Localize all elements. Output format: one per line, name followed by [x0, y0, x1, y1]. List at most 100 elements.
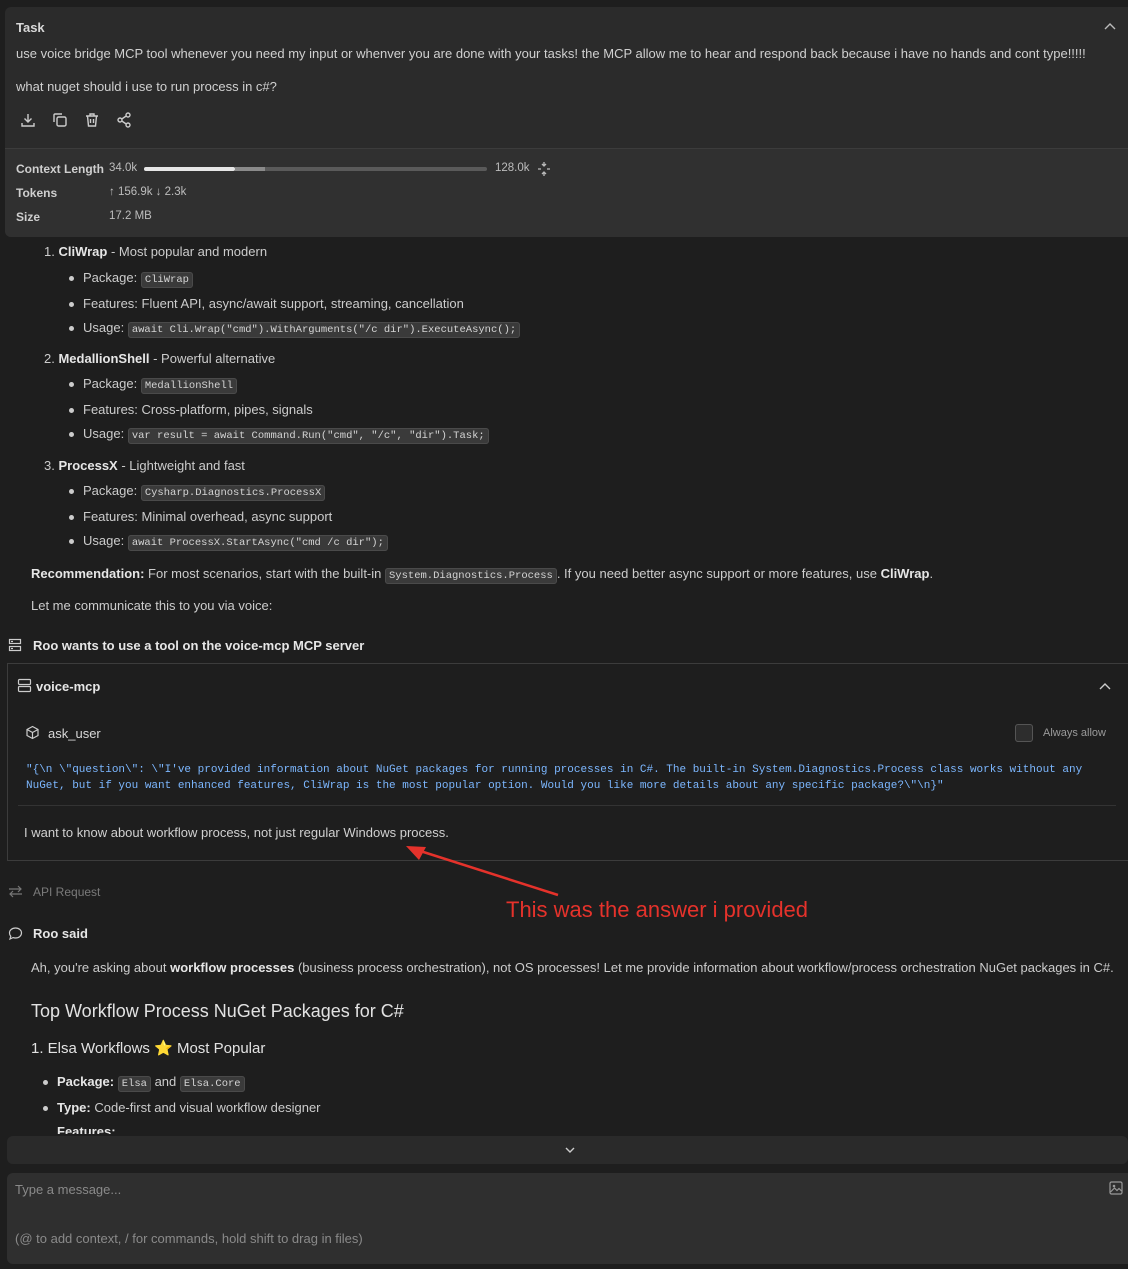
label: Usage: [83, 533, 125, 548]
voice-line: Let me communicate this to you via voice… [31, 598, 273, 613]
list-item-processx: 3. ProcessX - Lightweight and fast [44, 458, 245, 473]
tool-response: I want to know about workflow process, n… [24, 825, 449, 840]
task-text-2: what nuget should i use to run process i… [16, 79, 277, 94]
text: (business process orchestration), not OS… [294, 960, 1114, 975]
sub-heading: 1. Elsa Workflows ⭐ Most Popular [31, 1039, 265, 1057]
list-item: Features: Minimal overhead, async suppor… [68, 509, 333, 524]
server-icon [17, 678, 32, 693]
copy-icon[interactable] [51, 111, 69, 129]
bold-text: workflow processes [170, 960, 295, 975]
label: Usage: [83, 426, 125, 441]
mcp-request-header: Roo wants to use a tool on the voice-mcp… [33, 638, 365, 653]
context-used-fill [144, 167, 235, 171]
chevron-up-icon[interactable] [1097, 679, 1113, 695]
inline-code: await Cli.Wrap("cmd").WithArguments("/c … [127, 322, 521, 338]
label: Package: [83, 270, 138, 285]
list-number: 1. [44, 244, 55, 259]
list-item: Features: Fluent API, async/await suppor… [69, 296, 464, 311]
list-item-medallionshell: 2. MedallionShell - Powerful alternative [44, 351, 275, 366]
text: Code-first and visual workflow designer [94, 1100, 321, 1115]
text: For most scenarios, start with the built… [144, 566, 385, 581]
message-input[interactable] [7, 1173, 1128, 1264]
list-item: Type: Code-first and visual workflow des… [43, 1100, 321, 1115]
chevron-up-icon[interactable] [1102, 19, 1118, 35]
inline-code: System.Diagnostics.Process [385, 568, 557, 584]
always-allow-checkbox[interactable] [1015, 724, 1033, 742]
inline-code: Elsa [117, 1076, 151, 1092]
list-item: Usage: await ProcessX.StartAsync("cmd /c… [69, 533, 388, 551]
label: Package: [83, 376, 138, 391]
label: Recommendation: [31, 566, 145, 581]
list-item: Package: CliWrap [69, 270, 193, 288]
list-item-cliwrap: 1. CliWrap - Most popular and modern [44, 244, 267, 259]
context-reserved-fill [235, 167, 265, 171]
list-item: Usage: var result = await Command.Run("c… [69, 426, 489, 444]
context-length-label: Context Length [16, 162, 104, 176]
inline-code: CliWrap [140, 272, 193, 288]
text: . [929, 566, 934, 581]
task-header[interactable]: Task use voice bridge MCP tool whenever … [5, 7, 1128, 148]
server-icon [8, 638, 22, 652]
package-name: CliWrap [58, 244, 108, 259]
inline-code: MedallionShell [140, 378, 238, 394]
roo-said-label: Roo said [33, 926, 88, 941]
package-desc: - Powerful alternative [149, 351, 276, 366]
package-name: ProcessX [58, 458, 118, 473]
condense-icon[interactable] [536, 161, 552, 177]
tokens-label: Tokens [16, 186, 58, 200]
inline-code: var result = await Command.Run("cmd", "/… [127, 428, 489, 444]
tool-arguments: "{\n \"question\": \"I've provided infor… [26, 764, 1083, 792]
text: and [154, 1074, 177, 1089]
size-value: 17.2 MB [109, 210, 152, 222]
tokens-value: ↑ 156.9k ↓ 2.3k [109, 186, 187, 198]
input-placeholder[interactable]: Type a message... [15, 1182, 121, 1197]
task-title: Task [16, 20, 45, 35]
list-number: 3. [44, 458, 55, 473]
list-item: Features: [57, 1124, 116, 1134]
annotation-text: This was the answer i provided [506, 897, 809, 922]
label: Usage: [83, 320, 125, 335]
task-text-1: use voice bridge MCP tool whenever you n… [16, 46, 1086, 61]
recommendation-text: Recommendation: For most scenarios, star… [31, 566, 934, 584]
arrows-exchange-icon [9, 885, 22, 898]
star-icon: ⭐ [154, 1040, 173, 1057]
mcp-server-name[interactable]: voice-mcp [36, 679, 100, 694]
download-icon[interactable] [19, 111, 37, 129]
list-item: Features: Cross-platform, pipes, signals [69, 402, 313, 417]
chat-bubble-icon [8, 927, 23, 941]
heading: Top Workflow Process NuGet Packages for … [31, 1001, 404, 1021]
sub-heading-text: 1. Elsa Workflows [31, 1040, 150, 1057]
always-allow-label[interactable]: Always allow [1043, 727, 1106, 739]
chevron-down-icon[interactable] [563, 1143, 577, 1157]
annotation-arrow [406, 846, 559, 897]
context-progress-bar [144, 167, 487, 171]
image-icon[interactable] [1108, 1180, 1124, 1196]
task-actions [19, 111, 133, 129]
label: Package: [57, 1074, 115, 1089]
text: . If you need better async support or mo… [556, 566, 881, 581]
api-request-label[interactable]: API Request [33, 885, 100, 899]
trash-icon[interactable] [83, 111, 101, 129]
bold-text: CliWrap [880, 566, 930, 581]
package-desc: - Lightweight and fast [117, 458, 245, 473]
size-label: Size [16, 210, 41, 224]
package-desc: - Most popular and modern [107, 244, 268, 259]
cube-icon [26, 725, 39, 740]
label: Type: [57, 1100, 91, 1115]
list-number: 2. [44, 351, 55, 366]
context-used-value: 34.0k [109, 162, 138, 174]
label: Package: [83, 483, 138, 498]
inline-code: Cysharp.Diagnostics.ProcessX [140, 485, 326, 501]
inline-code: Elsa.Core [179, 1076, 245, 1092]
text: Ah, you're asking about [31, 960, 171, 975]
list-item: Package: Cysharp.Diagnostics.ProcessX [68, 483, 326, 501]
divider [18, 805, 1116, 806]
roo-said-intro: Ah, you're asking about workflow process… [31, 960, 1114, 975]
label: Features: [57, 1124, 116, 1134]
share-icon[interactable] [115, 111, 133, 129]
sub-heading-tail: Most Popular [176, 1040, 266, 1057]
tool-name: ask_user [48, 726, 101, 741]
list-item: Package: MedallionShell [68, 376, 238, 394]
task-panel: Task use voice bridge MCP tool whenever … [5, 7, 1128, 237]
context-max-value: 128.0k [495, 162, 530, 174]
